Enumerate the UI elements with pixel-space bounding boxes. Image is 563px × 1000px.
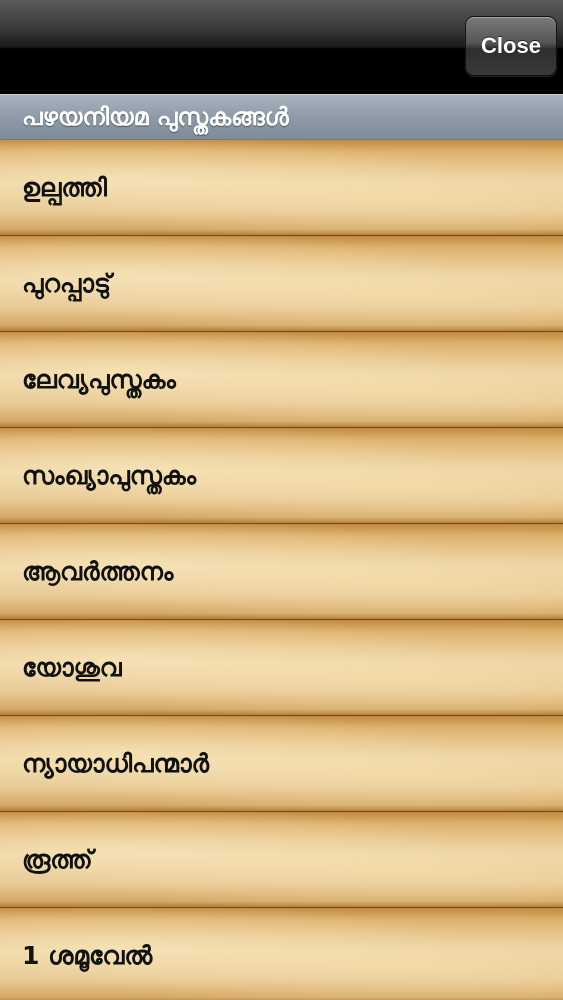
book-label: ആവർത്തനം bbox=[22, 557, 174, 586]
book-list-item[interactable]: ആവർത്തനം bbox=[0, 524, 563, 620]
book-list-item[interactable]: 1 ശമൂവേൽ bbox=[0, 908, 563, 1000]
close-button[interactable]: Close bbox=[465, 16, 557, 76]
book-label: 1 ശമൂവേൽ bbox=[22, 941, 153, 970]
book-list-item[interactable]: ഉല്പത്തി bbox=[0, 140, 563, 236]
book-label: ലേവ്യപുസ്തകം bbox=[22, 365, 176, 394]
section-header-old-testament: പഴയനിയമ പുസ്തകങ്ങൾ bbox=[0, 94, 563, 140]
book-list-item[interactable]: ന്യായാധിപന്മാർ bbox=[0, 716, 563, 812]
navigation-bar: Close bbox=[0, 0, 563, 95]
book-label: പുറപ്പാടു് bbox=[22, 269, 111, 298]
book-list-item[interactable]: സംഖ്യാപുസ്തകം bbox=[0, 428, 563, 524]
book-list-item[interactable]: രൂത്ത് bbox=[0, 812, 563, 908]
book-list-item[interactable]: ലേവ്യപുസ്തകം bbox=[0, 332, 563, 428]
book-label: രൂത്ത് bbox=[22, 845, 93, 874]
book-label: ന്യായാധിപന്മാർ bbox=[22, 749, 210, 778]
book-list-item[interactable]: പുറപ്പാടു് bbox=[0, 236, 563, 332]
book-list: ഉല്പത്തി പുറപ്പാടു് ലേവ്യപുസ്തകം സംഖ്യാപ… bbox=[0, 140, 563, 1000]
book-list-item[interactable]: യോശുവ bbox=[0, 620, 563, 716]
book-label: യോശുവ bbox=[22, 653, 122, 682]
app-window: Close പഴയനിയമ പുസ്തകങ്ങൾ ഉല്പത്തി പുറപ്പ… bbox=[0, 0, 563, 1000]
book-label: സംഖ്യാപുസ്തകം bbox=[22, 461, 197, 490]
book-label: ഉല്പത്തി bbox=[22, 173, 107, 202]
